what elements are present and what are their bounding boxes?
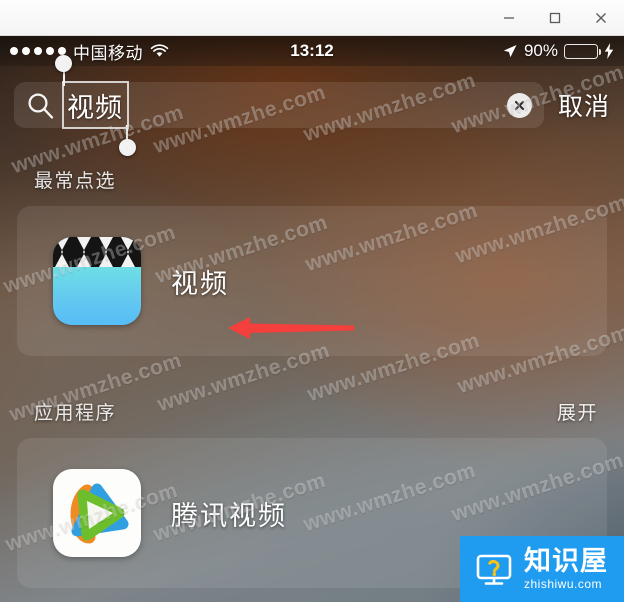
cancel-button[interactable]: 取消 [558, 87, 610, 123]
tencent-video-icon [53, 469, 141, 557]
section-top-hits: 最常点选 视频 [0, 166, 624, 356]
app-label: 腾讯视频 [171, 500, 287, 531]
brand-text: 知识屋 zhishiwu.com [524, 546, 608, 591]
search-input-value: 视频 [67, 92, 123, 123]
circle-x-icon [514, 100, 525, 110]
clapperboard-icon [53, 237, 141, 325]
wifi-icon [150, 43, 169, 57]
maximize-icon [549, 12, 561, 23]
clapperboard-stripes [53, 237, 141, 267]
monitor-question-icon [470, 545, 518, 593]
section-header: 最常点选 [0, 166, 624, 200]
section-title: 最常点选 [34, 171, 117, 192]
carrier-name: 中国移动 [73, 43, 143, 63]
section-title: 应用程序 [34, 403, 117, 424]
battery-percent-label: 90% [523, 41, 558, 60]
phone-screen: 中国移动 13:12 90% 视频 取消 最常点选 视频 应用程序 展开 腾讯视… [0, 36, 624, 602]
minimize-icon [504, 16, 514, 19]
signal-dot [34, 47, 42, 55]
section-header: 应用程序 展开 [0, 398, 624, 432]
brand-badge: 知识屋 zhishiwu.com [460, 536, 624, 602]
search-selected-text[interactable]: 视频 [55, 54, 136, 156]
brand-name: 知识屋 [524, 546, 608, 576]
application-window: 中国移动 13:12 90% 视频 取消 最常点选 视频 应用程序 展开 腾讯视… [0, 0, 624, 602]
ios-status-bar: 中国移动 13:12 90% [0, 36, 624, 66]
lightning-bolt-icon [604, 43, 614, 59]
signal-dot [58, 47, 66, 55]
expand-button[interactable]: 展开 [557, 398, 598, 425]
status-bar-right: 90% [502, 41, 614, 61]
clear-search-button[interactable] [506, 92, 532, 118]
selection-handle-start[interactable] [55, 54, 72, 72]
maximize-button[interactable] [532, 1, 578, 35]
battery-icon [564, 43, 601, 59]
selection-handle-end[interactable] [119, 138, 136, 156]
close-button[interactable] [578, 1, 624, 35]
search-input[interactable]: 视频 [14, 54, 544, 156]
signal-dot [22, 47, 30, 55]
minimize-button[interactable] [486, 1, 532, 35]
signal-dot [10, 47, 18, 55]
signal-strength-icon [10, 47, 66, 55]
app-label: 视频 [171, 268, 229, 299]
brand-url: zhishiwu.com [524, 577, 603, 591]
search-icon [28, 92, 54, 119]
location-arrow-icon [503, 45, 517, 58]
status-bar-left: 中国移动 [10, 39, 169, 64]
close-icon [596, 12, 606, 23]
search-row: 视频 取消 [0, 54, 624, 156]
window-title-bar [0, 0, 624, 36]
signal-dot [46, 47, 54, 55]
result-card-videos[interactable]: 视频 [17, 206, 607, 356]
